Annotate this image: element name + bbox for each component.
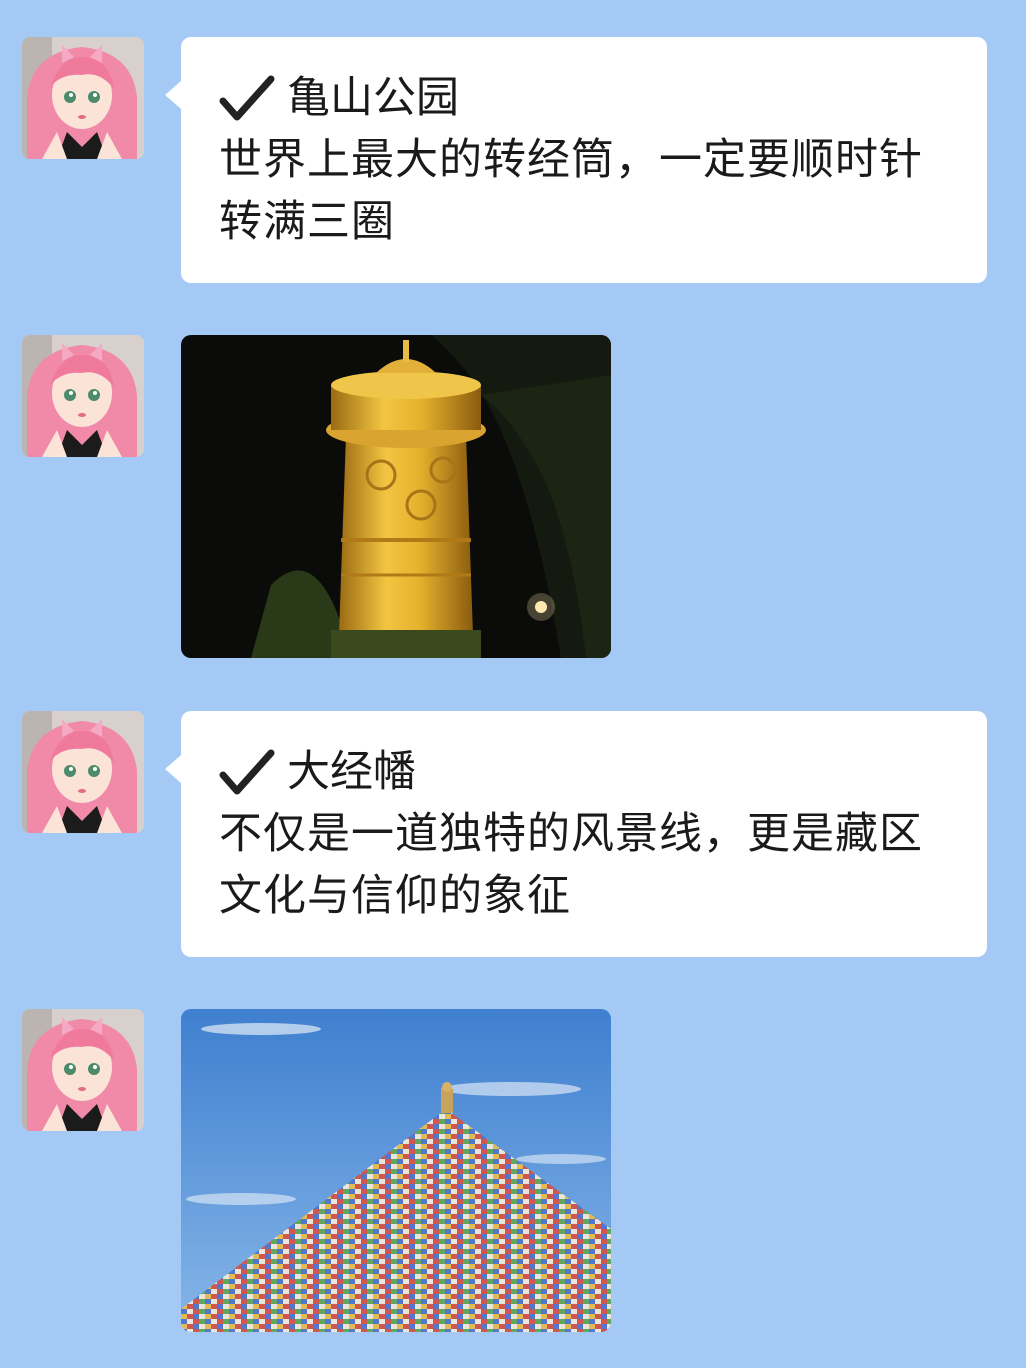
checkmark-icon <box>219 75 275 121</box>
message-title: 大经幡 <box>219 741 953 803</box>
message-body: 世界上最大的转经筒，一定要顺时针转满三圈 <box>219 135 923 247</box>
avatar-image <box>22 1009 144 1131</box>
image-message-prayer-flags[interactable] <box>181 1009 611 1332</box>
avatar[interactable] <box>22 1009 144 1131</box>
avatar[interactable] <box>22 335 144 457</box>
avatar[interactable] <box>22 37 144 159</box>
message-body: 不仅是一道独特的风景线，更是藏区文化与信仰的象征 <box>219 809 923 921</box>
prayer-flag-stupa-photo <box>181 1009 611 1332</box>
message-bubble-2[interactable]: 大经幡 不仅是一道独特的风景线，更是藏区文化与信仰的象征 <box>165 711 987 957</box>
checkmark-icon <box>219 749 275 795</box>
avatar-image <box>22 37 144 159</box>
message-title: 亀山公园 <box>219 67 953 129</box>
message-title-text: 大经幡 <box>287 747 416 797</box>
avatar-image <box>22 711 144 833</box>
message-title-text: 亀山公园 <box>287 73 459 123</box>
avatar-image <box>22 335 144 457</box>
message-bubble-1[interactable]: 亀山公园 世界上最大的转经筒，一定要顺时针转满三圈 <box>165 37 987 283</box>
image-message-prayer-wheel[interactable] <box>181 335 611 658</box>
prayer-wheel-night-photo <box>181 335 611 658</box>
avatar[interactable] <box>22 711 144 833</box>
